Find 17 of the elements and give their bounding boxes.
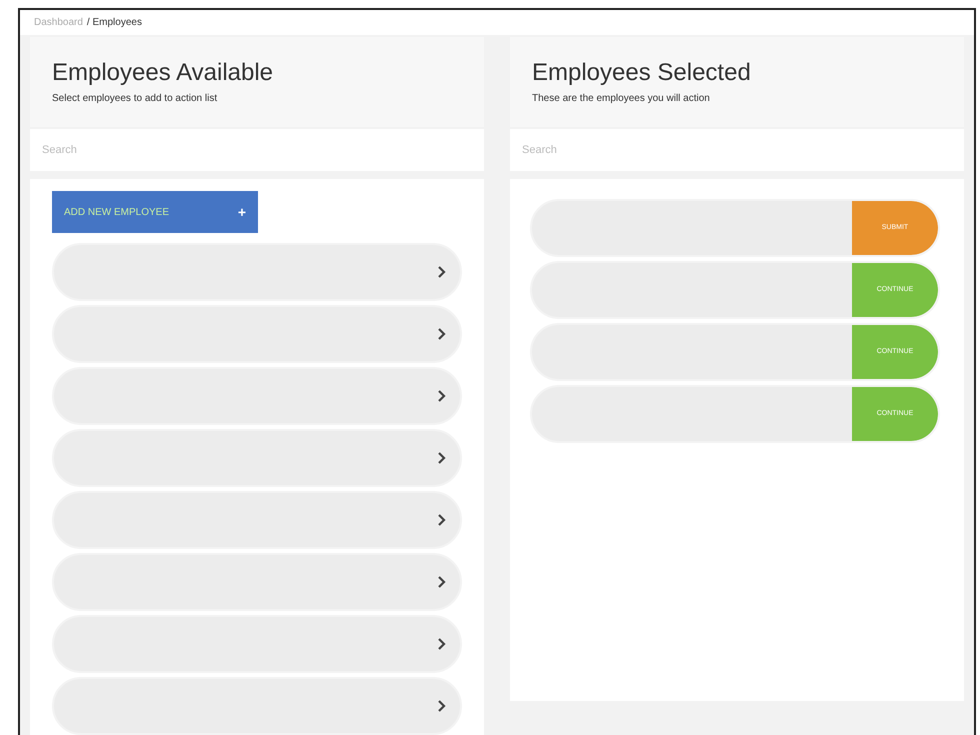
chevron-right-icon xyxy=(438,576,446,588)
breadcrumb-current: / Employees xyxy=(86,16,142,30)
panel-title: Employees Selected xyxy=(532,59,751,87)
search-field[interactable]: Search xyxy=(30,129,484,171)
panel-subtitle: Select employees to add to action list xyxy=(52,92,218,106)
add-employee-button[interactable]: ADD NEW EMPLOYEE + xyxy=(52,191,258,233)
chevron-right-icon xyxy=(438,700,446,712)
breadcrumb-link[interactable]: Dashboard xyxy=(34,15,83,30)
chevron-right-icon xyxy=(438,328,446,340)
chevron-right-icon xyxy=(438,390,446,402)
chevron-right-icon xyxy=(438,452,446,464)
search-field[interactable]: Search xyxy=(510,129,964,171)
panel-subtitle: These are the employees you will action xyxy=(532,92,710,106)
chevron-right-icon xyxy=(438,514,446,526)
chevron-right-icon xyxy=(438,638,446,650)
panel-title: Employees Available xyxy=(52,59,274,87)
chevron-right-icon xyxy=(438,266,446,278)
